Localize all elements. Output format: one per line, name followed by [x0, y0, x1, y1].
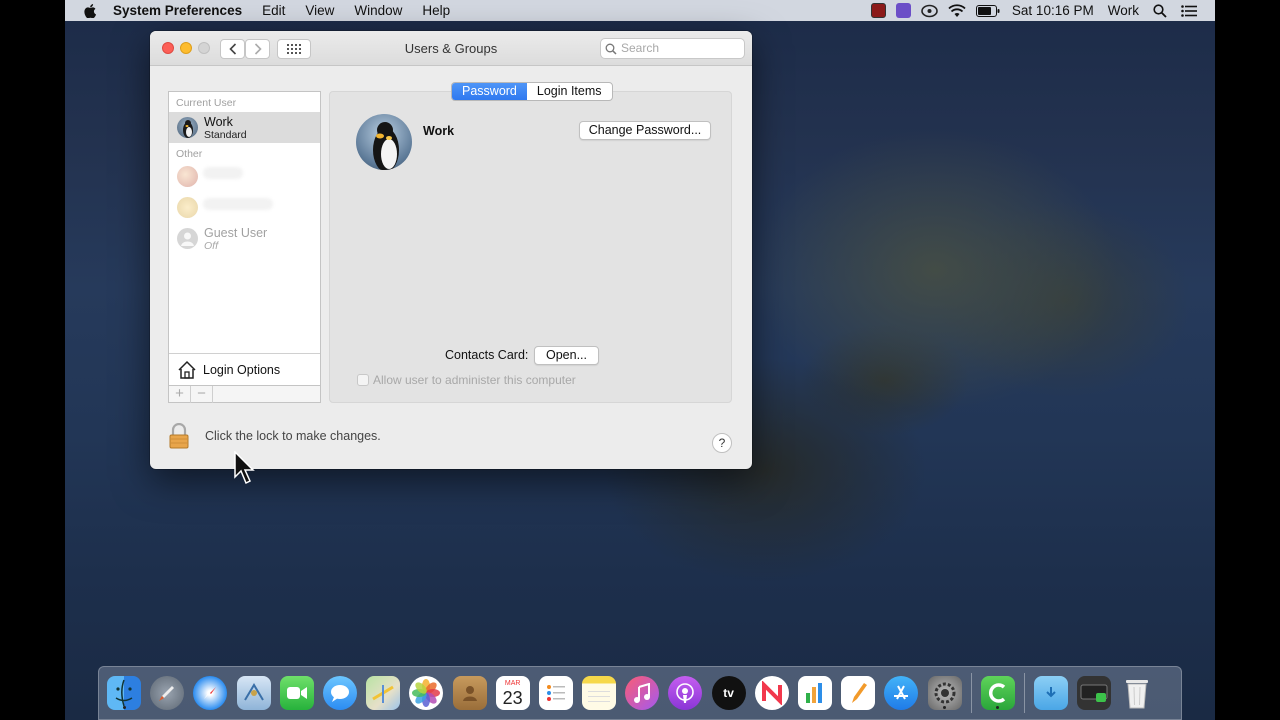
user-row-guest[interactable]: Guest User Off	[169, 223, 320, 254]
user-avatar-icon	[177, 166, 198, 187]
other-users-heading: Other	[176, 148, 203, 160]
reminders-icon[interactable]	[538, 676, 573, 710]
left-letterbox	[0, 0, 65, 720]
menu-user-name[interactable]: Work	[1108, 3, 1139, 18]
contacts-card-label: Contacts Card:	[445, 348, 529, 362]
current-user-name: Work	[204, 115, 233, 129]
news-icon[interactable]	[754, 676, 789, 710]
login-options-row[interactable]: Login Options	[169, 353, 320, 385]
tab-bar: Password Login Items	[451, 82, 613, 101]
notes-icon[interactable]	[582, 676, 617, 710]
guest-avatar-icon	[177, 228, 198, 249]
app-store-icon[interactable]	[884, 676, 919, 710]
admin-checkbox[interactable]	[357, 374, 369, 386]
current-user-heading: Current User	[176, 97, 237, 109]
running-indicator	[943, 706, 947, 709]
user-avatar-icon	[177, 197, 198, 218]
podcasts-icon[interactable]	[668, 676, 703, 710]
mouse-cursor-icon	[234, 451, 255, 485]
apple-menu-icon[interactable]	[83, 3, 97, 18]
user-list-sidebar: Current User Work Standard Other Guest U…	[168, 91, 321, 403]
user-row-work[interactable]: Work Standard	[169, 112, 320, 143]
current-user-role: Standard	[204, 129, 247, 141]
contacts-open-button[interactable]: Open...	[534, 346, 599, 365]
menu-help[interactable]: Help	[422, 3, 450, 18]
battery-icon[interactable]	[975, 4, 1000, 17]
wifi-icon[interactable]	[948, 3, 966, 18]
calendar-month: MAR	[504, 680, 521, 687]
menu-edit[interactable]: Edit	[262, 3, 285, 18]
login-options-label: Login Options	[203, 362, 281, 377]
menu-window[interactable]: Window	[354, 3, 402, 18]
lock-instructions: Click the lock to make changes.	[205, 429, 381, 443]
calendar-icon[interactable]: MAR 23	[495, 676, 530, 710]
screen-recorder-icon[interactable]	[1077, 676, 1112, 710]
user-row-redacted-1[interactable]	[169, 161, 320, 192]
change-password-button[interactable]: Change Password...	[579, 121, 711, 140]
creative-cloud-icon[interactable]	[921, 3, 938, 18]
running-indicator	[996, 706, 1000, 709]
recording-status-icon[interactable]	[870, 3, 886, 18]
menu-clock[interactable]: Sat 10:16 PM	[1012, 3, 1094, 18]
guest-user-status: Off	[204, 240, 219, 252]
tab-login-items[interactable]: Login Items	[527, 83, 612, 100]
mail-icon[interactable]	[236, 676, 271, 710]
tv-icon[interactable]: tv	[711, 676, 746, 710]
help-button[interactable]: ?	[712, 433, 732, 453]
sidebar-button-bar: + −	[169, 385, 320, 403]
running-indicator	[122, 706, 126, 709]
add-user-button[interactable]: +	[169, 386, 191, 403]
contacts-icon[interactable]	[452, 676, 487, 710]
spotlight-search-icon[interactable]	[1153, 3, 1167, 18]
dock-separator	[1023, 673, 1025, 713]
user-row-redacted-2[interactable]	[169, 192, 320, 223]
quicktime-status-icon[interactable]	[895, 3, 911, 18]
right-letterbox	[1215, 0, 1280, 720]
admin-checkbox-label: Allow user to administer this computer	[373, 373, 576, 387]
calendar-day: 23	[502, 688, 523, 708]
lock-icon[interactable]	[168, 423, 190, 449]
house-icon	[178, 360, 196, 379]
window-titlebar[interactable]: Users & Groups Search	[150, 31, 752, 66]
maps-icon[interactable]	[366, 676, 401, 710]
system-preferences-icon[interactable]	[927, 676, 962, 710]
menu-app-name[interactable]: System Preferences	[113, 3, 242, 18]
notification-center-icon[interactable]	[1181, 4, 1197, 17]
dock: MAR 23 tv	[98, 666, 1182, 720]
finder-icon[interactable]	[107, 676, 141, 710]
numbers-icon[interactable]	[798, 676, 832, 710]
dock-separator	[970, 673, 972, 713]
tv-label: tv	[723, 686, 734, 700]
users-groups-window: Users & Groups Search Current User Work …	[150, 31, 752, 469]
search-icon	[605, 43, 617, 55]
lock-row: Click the lock to make changes.	[168, 423, 381, 449]
redacted-name	[203, 167, 243, 179]
penguin-avatar-icon	[177, 117, 198, 138]
facetime-icon[interactable]	[279, 676, 314, 710]
safari-icon[interactable]	[193, 676, 228, 710]
menu-view[interactable]: View	[305, 3, 334, 18]
search-input[interactable]: Search	[600, 38, 745, 59]
guest-user-name: Guest User	[204, 226, 268, 240]
penguin-icon	[373, 122, 399, 170]
user-full-name: Work	[423, 124, 455, 138]
trash-icon[interactable]	[1120, 676, 1154, 710]
music-icon[interactable]	[625, 676, 660, 710]
messages-icon[interactable]	[322, 676, 357, 710]
pages-icon[interactable]	[841, 676, 876, 710]
menu-bar: System Preferences Edit View Window Help…	[65, 0, 1215, 21]
tab-password[interactable]: Password	[452, 83, 527, 100]
photos-icon[interactable]	[409, 676, 444, 710]
downloads-folder-icon[interactable]	[1033, 676, 1068, 710]
remove-user-button[interactable]: −	[191, 386, 213, 403]
user-picture[interactable]	[356, 114, 412, 170]
camtasia-icon[interactable]	[980, 676, 1015, 710]
launchpad-icon[interactable]	[150, 676, 185, 710]
redacted-name	[203, 198, 273, 210]
